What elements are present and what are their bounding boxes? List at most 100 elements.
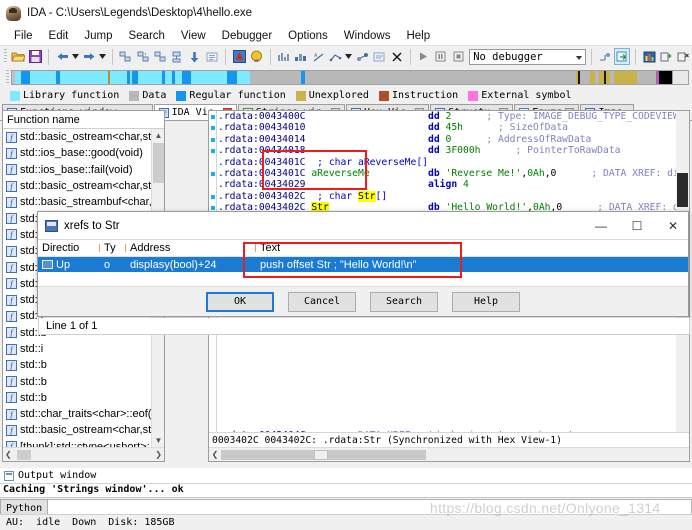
list-item[interactable]: f std::basic_ostream<char,std <box>3 422 164 438</box>
list-item[interactable]: f std::ios_base::fail(void) <box>3 162 164 178</box>
xrefs-dialog[interactable]: xrefs to Str — ☐ ✕ Directio Ty Address T… <box>37 211 689 317</box>
save-icon[interactable] <box>27 48 43 65</box>
minimize-icon[interactable]: — <box>586 213 616 239</box>
menu-jump[interactable]: Jump <box>76 29 120 43</box>
scroll-down-icon[interactable]: ▼ <box>152 434 164 447</box>
disassembly-line[interactable]: .rdata:0043404C ; DATA XREF: std::basic_… <box>218 430 689 432</box>
column-header-address[interactable]: Address <box>126 242 256 254</box>
graph-b-icon[interactable] <box>293 48 309 65</box>
disassembly-horizontal-scrollbar[interactable]: ❮ <box>209 447 689 461</box>
open-file-icon[interactable] <box>10 48 26 65</box>
list-item[interactable]: f std::basic_ostream<char,std <box>3 178 164 194</box>
disassembly-line[interactable]: .rdata:0043402C ; char Str[] <box>218 190 689 202</box>
help-button[interactable]: Help <box>452 291 520 312</box>
list-item[interactable]: f std::char_traits<char>::eof( <box>3 406 164 422</box>
breakpoint-add-icon[interactable] <box>659 48 675 65</box>
graph-a-icon[interactable] <box>275 48 291 65</box>
disassembly-scroll-left-icon[interactable]: ❮ <box>209 450 221 459</box>
list-item[interactable]: f std::ios_base::good(void) <box>3 145 164 161</box>
stop-icon[interactable] <box>450 48 466 65</box>
disassembly-hscroll-thumb[interactable] <box>314 450 328 460</box>
list-item[interactable]: f [thunk]:std::ctype<ushort>: <box>3 439 164 447</box>
graph-dropdown-icon[interactable] <box>344 48 353 65</box>
back-dropdown-icon[interactable] <box>71 48 80 65</box>
cancel-button[interactable]: Cancel <box>288 291 356 312</box>
forward-dropdown-icon[interactable] <box>98 48 107 65</box>
graph-view-icon[interactable] <box>118 48 134 65</box>
process-options-icon[interactable] <box>614 48 631 65</box>
maximize-icon[interactable]: ☐ <box>622 213 652 239</box>
disassembly-line[interactable]: .rdata:0043401C aReverseMe db 'Reverse M… <box>218 168 689 179</box>
chart-icon[interactable] <box>641 48 657 65</box>
step-into-icon[interactable] <box>597 48 613 65</box>
functions-column-header[interactable]: Function name <box>3 111 164 129</box>
pause-icon[interactable] <box>433 48 449 65</box>
legend-label: Library function <box>23 90 120 101</box>
disassembly-scroll-thumb[interactable] <box>677 173 688 207</box>
navigation-band[interactable] <box>11 69 673 85</box>
toolbar-separator-3 <box>225 48 227 65</box>
menu-windows[interactable]: Windows <box>336 29 399 43</box>
disassembly-line[interactable]: .rdata:00434010 dd 45h ; SizeOfData <box>218 122 689 133</box>
output-window-header[interactable]: Output window <box>0 468 692 484</box>
calls-icon[interactable] <box>371 48 387 65</box>
breakpoint-delete-icon[interactable] <box>676 48 692 65</box>
menu-edit[interactable]: Edit <box>41 29 77 43</box>
menu-file[interactable]: File <box>6 29 41 43</box>
scroll-up-icon[interactable]: ▲ <box>152 129 164 142</box>
text-view-icon[interactable]: T <box>135 48 151 65</box>
column-header-direction[interactable]: Directio <box>38 242 100 254</box>
menu-debugger[interactable]: Debugger <box>214 29 281 43</box>
menu-view[interactable]: View <box>173 29 214 43</box>
disassembly-line[interactable]: .rdata:00434014 dd 0 ; AddressOfRawData <box>218 134 689 145</box>
ida-error-icon[interactable] <box>231 48 247 65</box>
disassembly-line[interactable]: .rdata:00434029 align 4 <box>218 179 689 190</box>
menu-help[interactable]: Help <box>398 29 438 43</box>
close-icon[interactable]: ✕ <box>658 213 688 239</box>
list-item[interactable]: f std::basic_streambuf<char,s <box>3 194 164 210</box>
flowchart-icon[interactable] <box>169 48 185 65</box>
menu-search[interactable]: Search <box>120 29 172 43</box>
disassembly-line[interactable]: .rdata:0043400C dd 2 ; Type: IMAGE_DEBUG… <box>218 111 689 122</box>
disassembly-marker-dot <box>211 206 215 211</box>
functions-horizontal-scrollbar[interactable]: ❮ ❯ <box>3 447 164 461</box>
ida-bulb-icon[interactable] <box>248 48 264 65</box>
functions-scroll-thumb[interactable] <box>153 143 164 183</box>
navigate-forward-icon[interactable] <box>81 48 97 65</box>
xrefs-table-row[interactable]: Up o displasy(bool)+24 push offset Str ;… <box>38 257 688 273</box>
xrefs-table[interactable]: Directio Ty Address Text Up o displasy(b… <box>38 239 688 288</box>
column-header-type[interactable]: Ty <box>100 242 126 254</box>
graph-c-icon[interactable]: A <box>310 48 326 65</box>
run-icon[interactable] <box>416 48 432 65</box>
navband-segment <box>181 70 191 84</box>
search-button[interactable]: Search <box>370 291 438 312</box>
function-name-label: std::basic_ostream<char,std <box>20 180 158 193</box>
svg-text:T: T <box>144 51 147 56</box>
function-name-label: std::b <box>20 375 47 388</box>
xrefs-graph-icon[interactable] <box>354 48 370 65</box>
ok-button[interactable]: OK <box>206 291 274 312</box>
list-item[interactable]: f std::b <box>3 390 164 406</box>
menu-options[interactable]: Options <box>280 29 336 43</box>
toolbar-grip[interactable] <box>4 49 7 64</box>
navband-grip[interactable] <box>6 69 9 85</box>
toolbar-separator-6 <box>590 48 592 65</box>
navigate-back-icon[interactable] <box>54 48 70 65</box>
delete-icon[interactable] <box>388 48 404 65</box>
scroll-left-icon[interactable]: ❮ <box>5 450 12 459</box>
functions-hscroll-thumb[interactable] <box>17 450 31 460</box>
down-arrow-icon[interactable] <box>187 48 203 65</box>
column-header-text[interactable]: Text <box>256 242 688 254</box>
proximity-view-icon[interactable] <box>152 48 168 65</box>
disassembly-line[interactable]: .rdata:0043401C ; char aReverseMe[] <box>218 157 689 168</box>
list-item[interactable]: f std::i <box>3 341 164 357</box>
debugger-select[interactable]: No debugger <box>469 48 586 65</box>
list-item[interactable]: f std::b <box>3 357 164 373</box>
navband-segment <box>579 70 591 84</box>
scroll-right-icon[interactable]: ❯ <box>155 450 162 459</box>
disassembly-line[interactable]: .rdata:00434018 dd 3F000h ; PointerToRaw… <box>218 145 689 156</box>
list-item[interactable]: f std::b <box>3 373 164 389</box>
graph-d-icon[interactable] <box>327 48 343 65</box>
list-item[interactable]: f std::basic_ostream<char,std <box>3 129 164 145</box>
pseudocode-icon[interactable] <box>204 48 220 65</box>
